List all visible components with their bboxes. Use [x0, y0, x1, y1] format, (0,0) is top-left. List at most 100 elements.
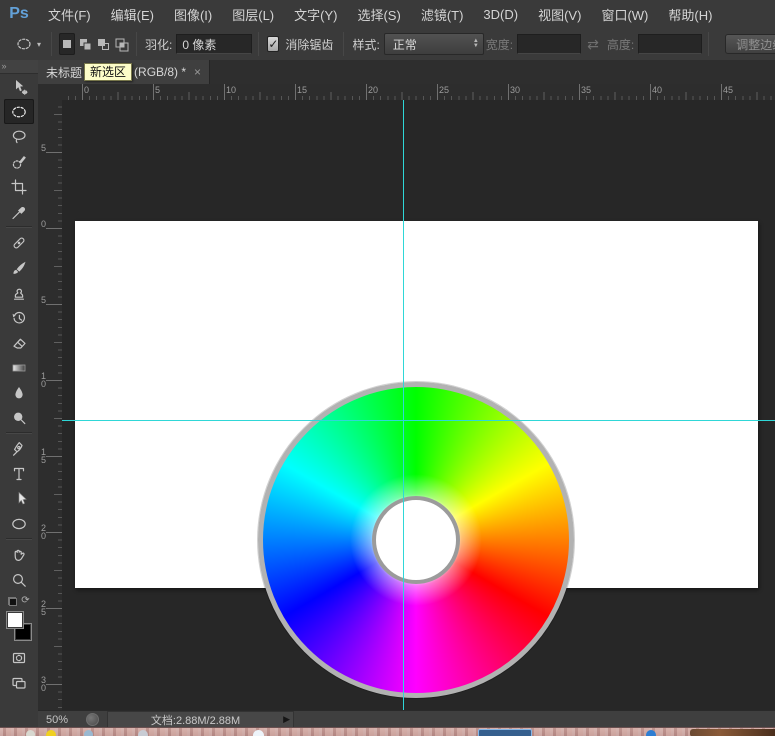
taskbar-icon[interactable] [46, 730, 56, 736]
quick-mask-icon [10, 649, 28, 667]
taskbar-tray-area [690, 729, 775, 736]
status-popup-arrow-icon[interactable]: ▶ [283, 714, 290, 725]
magnifier-icon [10, 571, 28, 589]
menu-select[interactable]: 选择(S) [357, 5, 400, 24]
zoom-level-field[interactable]: 50% [46, 714, 80, 726]
menu-3d[interactable]: 3D(D) [483, 7, 518, 22]
antialias-label[interactable]: 消除锯齿 [285, 36, 333, 53]
menu-layer[interactable]: 图层(L) [232, 5, 274, 24]
document-size-text: 文档:2.88M/2.88M [108, 712, 283, 728]
photoshop-logo: Ps [0, 5, 38, 23]
ruler-corner[interactable] [38, 84, 63, 101]
screen-mode-button[interactable] [4, 670, 34, 695]
ruler-label: 10 [41, 372, 49, 388]
clone-stamp-tool[interactable] [4, 280, 34, 305]
taskbar-icon[interactable] [138, 730, 148, 736]
quick-selection-tool[interactable] [4, 149, 34, 174]
style-value: 正常 [393, 36, 467, 53]
gradient-tool[interactable] [4, 355, 34, 380]
width-label: 宽度: [486, 36, 513, 53]
vertical-guide[interactable] [403, 100, 404, 710]
canvas[interactable] [75, 221, 758, 588]
blur-drop-icon [10, 384, 28, 402]
crop-tool[interactable] [4, 174, 34, 199]
foreground-color-swatch[interactable] [6, 611, 24, 629]
taskbar-icon[interactable] [26, 730, 35, 736]
ruler-label: 10 [226, 85, 236, 95]
menu-edit[interactable]: 编辑(E) [111, 5, 154, 24]
taskbar-active-window-button[interactable] [478, 729, 532, 736]
menu-view[interactable]: 视图(V) [538, 5, 581, 24]
ruler-label: 0 [84, 85, 89, 95]
height-label: 高度: [607, 36, 634, 53]
color-swatches [6, 611, 32, 641]
taskbar-icon[interactable] [84, 730, 93, 736]
swap-colors-icon[interactable]: ⟳ [21, 596, 29, 606]
new-selection-icon [59, 36, 75, 52]
eyedropper-tool[interactable] [4, 199, 34, 224]
ruler-label: 5 [41, 296, 49, 304]
tool-preset-picker[interactable]: ▾ [10, 33, 45, 55]
toolbar-collapse-button[interactable]: » [0, 60, 40, 74]
crop-icon [10, 178, 28, 196]
horizontal-guide[interactable] [62, 420, 775, 421]
intersect-selection-icon [113, 36, 129, 52]
add-selection-icon [77, 36, 93, 52]
move-icon [10, 78, 28, 96]
blur-tool[interactable] [4, 380, 34, 405]
menu-window[interactable]: 窗口(W) [601, 5, 648, 24]
subtract-from-selection-button[interactable] [95, 33, 111, 55]
eraser-tool[interactable] [4, 330, 34, 355]
tab-close-icon[interactable]: × [194, 66, 201, 78]
elliptical-marquee-tool[interactable] [4, 99, 34, 124]
intersect-selection-button[interactable] [113, 33, 129, 55]
tab-title-prefix: 未标题 [46, 64, 82, 81]
swap-dimensions-icon[interactable]: ⇄ [587, 36, 599, 53]
document-tab[interactable]: 未标题 新选区 (RGB/8) * × [38, 60, 210, 84]
style-dropdown[interactable]: 正常 ▲▼ [384, 33, 484, 55]
ellipse-tool[interactable] [4, 511, 34, 536]
menu-bar: Ps 文件(F) 编辑(E) 图像(I) 图层(L) 文字(Y) 选择(S) 滤… [0, 0, 775, 29]
antialias-checkbox[interactable]: ✓ [267, 36, 279, 52]
chevron-down-icon: ▾ [37, 40, 41, 49]
menu-file[interactable]: 文件(F) [48, 5, 91, 24]
gradient-icon [10, 359, 28, 377]
taskbar-icon[interactable] [253, 730, 264, 736]
refine-edge-button[interactable]: 调整边缘 [725, 34, 775, 54]
move-tool[interactable] [4, 74, 34, 99]
feather-input[interactable] [176, 34, 252, 54]
hand-icon [10, 546, 28, 564]
style-label: 样式: [352, 36, 379, 53]
vertical-ruler[interactable]: 5 0 5 10 15 20 25 30 [38, 100, 63, 710]
menu-type[interactable]: 文字(Y) [294, 5, 337, 24]
ruler-label: 35 [581, 85, 591, 95]
ruler-label: 5 [41, 144, 49, 152]
pen-icon [10, 440, 28, 458]
document-tab-bar: 未标题 新选区 (RGB/8) * × [38, 60, 775, 85]
taskbar-icon[interactable] [646, 730, 656, 736]
elliptical-marquee-preset-icon [14, 35, 34, 53]
add-to-selection-button[interactable] [77, 33, 93, 55]
height-input[interactable] [638, 34, 702, 54]
path-selection-tool[interactable] [4, 486, 34, 511]
document-info-field[interactable]: 文档:2.88M/2.88M ▶ [107, 711, 294, 728]
menu-image[interactable]: 图像(I) [174, 5, 212, 24]
document-viewport[interactable] [62, 100, 775, 710]
ruler-label: 15 [41, 448, 49, 464]
quick-mask-button[interactable] [4, 645, 34, 670]
default-colors-icon[interactable] [8, 597, 17, 606]
menu-help[interactable]: 帮助(H) [668, 5, 712, 24]
menu-filter[interactable]: 滤镜(T) [421, 5, 464, 24]
brush-tool[interactable] [4, 255, 34, 280]
new-selection-button[interactable] [59, 33, 75, 55]
zoom-tool[interactable] [4, 567, 34, 592]
spot-healing-brush-tool[interactable] [4, 230, 34, 255]
width-input[interactable] [517, 34, 581, 54]
hand-tool[interactable] [4, 542, 34, 567]
history-brush-tool[interactable] [4, 305, 34, 330]
pen-tool[interactable] [4, 436, 34, 461]
horizontal-ruler[interactable]: 0 5 10 15 20 25 30 35 40 45 [62, 84, 775, 101]
dodge-tool[interactable] [4, 405, 34, 430]
lasso-tool[interactable] [4, 124, 34, 149]
type-tool[interactable] [4, 461, 34, 486]
